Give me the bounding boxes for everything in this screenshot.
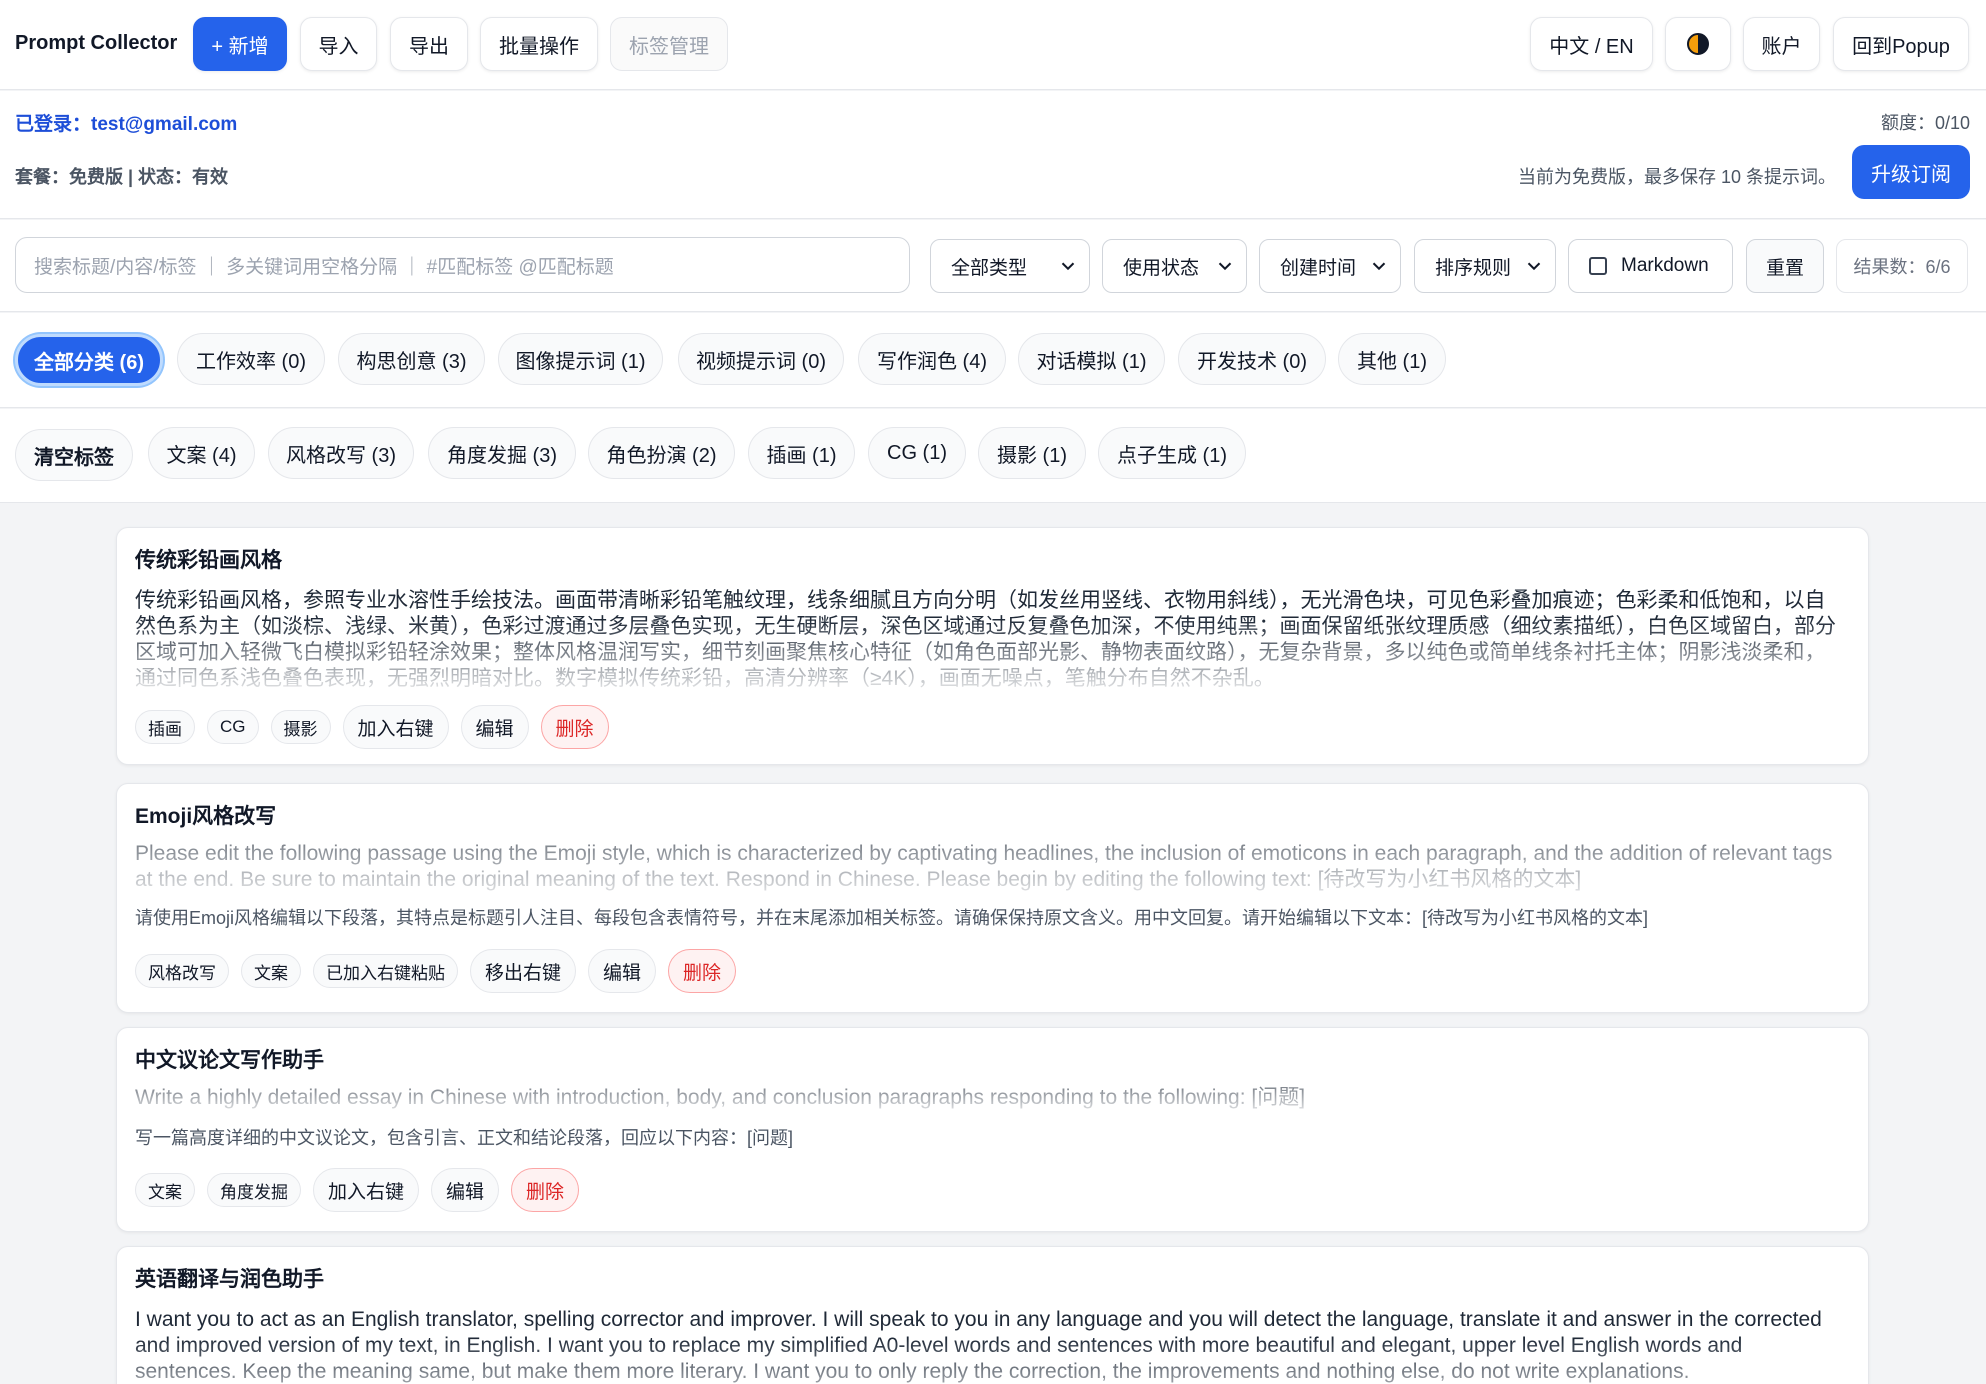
add-to-context-menu-button[interactable]: 加入右键 xyxy=(313,1168,420,1212)
created-time-select[interactable]: 创建时间 xyxy=(1259,239,1401,293)
chevron-down-icon xyxy=(1218,262,1232,271)
upgrade-subscription-button[interactable]: 升级订阅 xyxy=(1852,145,1970,199)
prompt-content: 传统彩铅画风格，参照专业水溶性手绘技法。画面带清晰彩铅笔触纹理，线条细腻且方向分… xyxy=(135,589,1836,690)
category-efficiency[interactable]: 工作效率 (0) xyxy=(177,333,325,385)
markdown-label: Markdown xyxy=(1621,255,1709,276)
category-video-prompts[interactable]: 视频提示词 (0) xyxy=(678,333,844,385)
chevron-down-icon xyxy=(1527,262,1541,271)
tag-filter-roleplay[interactable]: 角色扮演 (2) xyxy=(588,427,735,479)
tag-filter-photography[interactable]: 摄影 (1) xyxy=(978,427,1086,479)
search-input[interactable]: 搜索标题/内容/标签 ｜ 多关键词用空格分隔 ｜ #匹配标签 @匹配标题 xyxy=(15,237,910,293)
prompt-content: I want you to act as an English translat… xyxy=(135,1308,1822,1383)
delete-button[interactable]: 删除 xyxy=(511,1168,580,1212)
prompt-content: Please edit the following passage using … xyxy=(135,842,1833,891)
prompt-card[interactable]: 中文议论文写作助手 Write a highly detailed essay … xyxy=(116,1027,1869,1232)
export-button[interactable]: 导出 xyxy=(390,17,468,71)
top-toolbar: Prompt Collector + 新增 导入 导出 批量操作 标签管理 中文… xyxy=(0,0,1986,90)
prompt-card[interactable]: 传统彩铅画风格 传统彩铅画风格，参照专业水溶性手绘技法。画面带清晰彩铅笔触纹理，… xyxy=(116,527,1869,765)
chevron-down-icon xyxy=(1372,262,1386,271)
logged-in-user: 已登录：test@gmail.com xyxy=(15,114,238,135)
prompt-tag[interactable]: 已加入右键粘贴 xyxy=(313,954,458,988)
theme-toggle-button[interactable] xyxy=(1665,17,1731,71)
type-select-value: 全部类型 xyxy=(951,257,1028,279)
prompt-tag[interactable]: 插画 xyxy=(135,710,195,744)
prompt-content: Write a highly detailed essay in Chinese… xyxy=(135,1086,1306,1109)
reset-button[interactable]: 重置 xyxy=(1746,239,1824,293)
category-development[interactable]: 开发技术 (0) xyxy=(1178,333,1326,385)
usage-status-select[interactable]: 使用状态 xyxy=(1102,239,1247,293)
created-time-value: 创建时间 xyxy=(1280,257,1357,279)
card-actions: 文案 角度发掘 加入右键 编辑 删除 xyxy=(135,1168,580,1212)
category-dialogue[interactable]: 对话模拟 (1) xyxy=(1018,333,1165,385)
back-to-popup-button[interactable]: 回到Popup xyxy=(1833,17,1969,71)
category-ideation[interactable]: 构思创意 (3) xyxy=(338,333,485,385)
delete-button[interactable]: 删除 xyxy=(668,949,737,993)
prompt-card-list: 传统彩铅画风格 传统彩铅画风格，参照专业水溶性手绘技法。画面带清晰彩铅笔触纹理，… xyxy=(0,504,1986,1384)
account-info-bar: 已登录：test@gmail.com 套餐：免费版 | 状态：有效 额度：0/1… xyxy=(0,91,1986,219)
usage-status-value: 使用状态 xyxy=(1123,257,1200,279)
import-button[interactable]: 导入 xyxy=(300,17,377,71)
prompt-title: 英语翻译与润色助手 xyxy=(135,1268,324,1291)
prompt-tag[interactable]: 摄影 xyxy=(270,710,331,744)
tag-filter-idea-generation[interactable]: 点子生成 (1) xyxy=(1098,427,1246,479)
new-prompt-button[interactable]: + 新增 xyxy=(193,17,287,71)
clear-tags-button[interactable]: 清空标签 xyxy=(15,429,133,481)
prompt-card[interactable]: Emoji风格改写 Please edit the following pass… xyxy=(116,783,1869,1013)
sort-rule-value: 排序规则 xyxy=(1435,257,1512,279)
prompt-translation: 请使用Emoji风格编辑以下段落，其特点是标题引人注目、每段包含表情符号，并在末… xyxy=(135,908,1649,928)
edit-button[interactable]: 编辑 xyxy=(460,705,529,749)
tag-filter-cg[interactable]: CG (1) xyxy=(868,427,966,479)
delete-button[interactable]: 删除 xyxy=(540,705,609,749)
result-count: 结果数：6/6 xyxy=(1836,239,1968,293)
tag-filter-copywriting[interactable]: 文案 (4) xyxy=(148,427,255,479)
prompt-tag[interactable]: 风格改写 xyxy=(135,954,229,988)
edit-button[interactable]: 编辑 xyxy=(588,949,657,993)
app-title: Prompt Collector xyxy=(15,32,178,54)
filter-bar: 搜索标题/内容/标签 ｜ 多关键词用空格分隔 ｜ #匹配标签 @匹配标题 全部类… xyxy=(0,220,1986,312)
category-writing[interactable]: 写作润色 (4) xyxy=(858,333,1006,385)
chevron-down-icon xyxy=(1061,262,1075,271)
edit-button[interactable]: 编辑 xyxy=(431,1168,500,1212)
prompt-card[interactable]: 英语翻译与润色助手 I want you to act as an Englis… xyxy=(116,1246,1869,1384)
add-to-context-menu-button[interactable]: 加入右键 xyxy=(342,705,449,749)
free-plan-notice: 当前为免费版，最多保存 10 条提示词。 xyxy=(1517,167,1836,187)
category-other[interactable]: 其他 (1) xyxy=(1338,333,1446,385)
tag-filter-bar: 清空标签 文案 (4) 风格改写 (3) 角度发掘 (3) 角色扮演 (2) 插… xyxy=(0,409,1986,503)
prompt-title: 传统彩铅画风格 xyxy=(135,549,282,572)
tag-filter-style-rewrite[interactable]: 风格改写 (3) xyxy=(268,427,414,479)
plan-status: 套餐：免费版 | 状态：有效 xyxy=(15,167,229,187)
category-bar: 全部分类 (6) 工作效率 (0) 构思创意 (3) 图像提示词 (1) 视频提… xyxy=(0,313,1986,408)
type-select[interactable]: 全部类型 xyxy=(930,239,1090,293)
markdown-toggle[interactable]: Markdown xyxy=(1568,239,1733,293)
prompt-tag[interactable]: CG xyxy=(207,710,259,744)
tag-filter-angle[interactable]: 角度发掘 (3) xyxy=(428,427,576,479)
language-toggle-button[interactable]: 中文 / EN xyxy=(1530,17,1653,71)
prompt-tag[interactable]: 角度发掘 xyxy=(207,1173,301,1207)
category-image-prompts[interactable]: 图像提示词 (1) xyxy=(498,333,663,385)
prompt-translation: 写一篇高度详细的中文议论文，包含引言、正文和结论段落，回应以下内容：[问题] xyxy=(135,1128,793,1148)
theme-contrast-icon xyxy=(1687,33,1709,55)
account-button[interactable]: 账户 xyxy=(1743,17,1820,71)
prompt-tag[interactable]: 文案 xyxy=(241,954,301,988)
quota-counter: 额度：0/10 xyxy=(1880,113,1970,133)
tag-management-button[interactable]: 标签管理 xyxy=(610,17,728,71)
batch-operations-button[interactable]: 批量操作 xyxy=(480,17,598,71)
remove-from-context-menu-button[interactable]: 移出右键 xyxy=(470,949,577,993)
category-all[interactable]: 全部分类 (6) xyxy=(15,334,163,386)
tag-filter-illustration[interactable]: 插画 (1) xyxy=(748,427,855,479)
prompt-tag[interactable]: 文案 xyxy=(135,1173,195,1207)
prompt-title: 中文议论文写作助手 xyxy=(135,1049,324,1072)
markdown-checkbox[interactable] xyxy=(1589,257,1607,275)
card-actions: 风格改写 文案 已加入右键粘贴 移出右键 编辑 删除 xyxy=(135,949,737,993)
prompt-title: Emoji风格改写 xyxy=(135,805,277,828)
card-actions: 插画 CG 摄影 加入右键 编辑 删除 xyxy=(135,705,609,749)
sort-rule-select[interactable]: 排序规则 xyxy=(1414,239,1556,293)
